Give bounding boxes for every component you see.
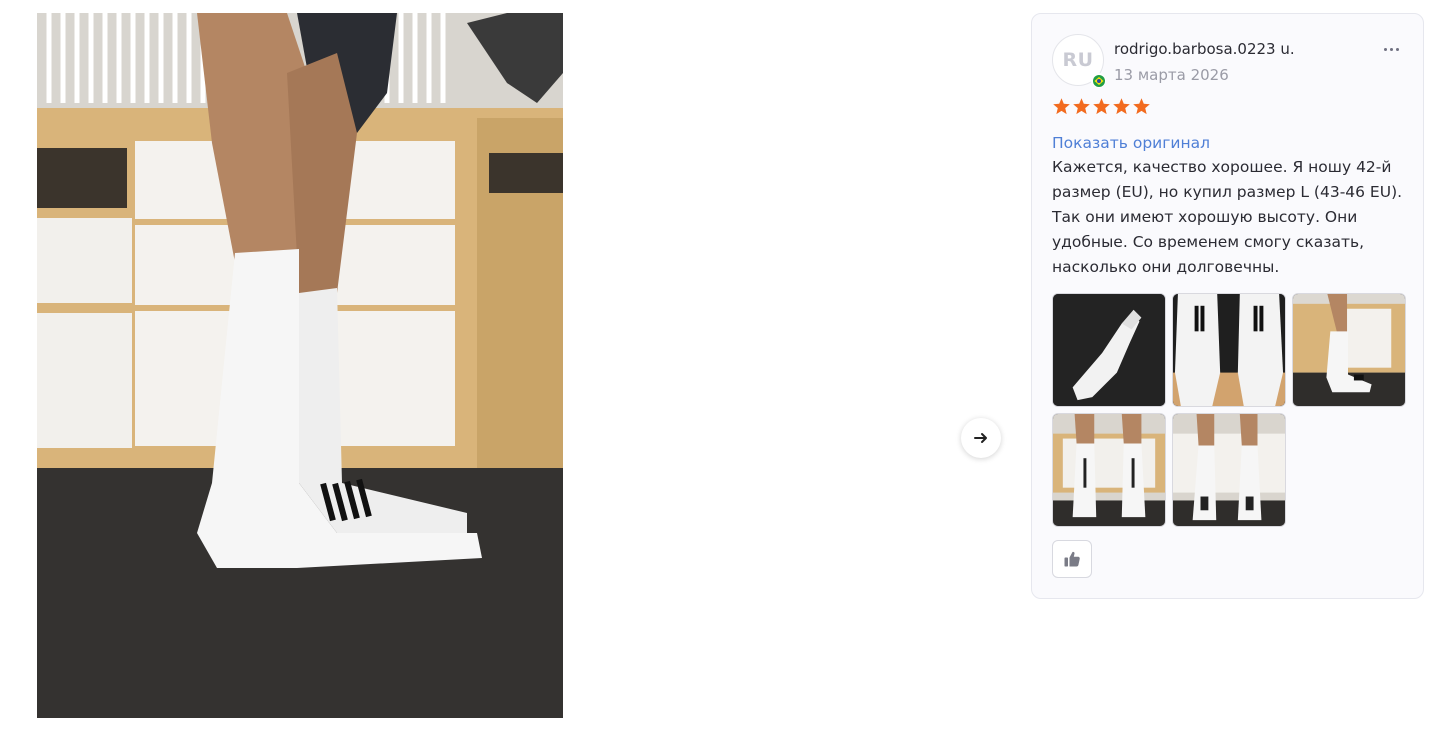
review-photo-thumb[interactable] xyxy=(1292,293,1406,407)
star-icon xyxy=(1133,98,1150,115)
star-icon xyxy=(1113,98,1130,115)
star-icon xyxy=(1053,98,1070,115)
next-photo-button[interactable] xyxy=(961,418,1001,458)
star-icon xyxy=(1073,98,1090,115)
like-button[interactable] xyxy=(1052,540,1092,578)
review-main-photo[interactable] xyxy=(37,13,563,718)
brazil-flag-icon xyxy=(1091,73,1106,88)
rating-stars xyxy=(1052,97,1151,116)
review-text: Кажется, качество хорошее. Я ношу 42-й р… xyxy=(1052,158,1403,276)
review-photo-thumb[interactable] xyxy=(1172,413,1286,527)
avatar-initials: RU xyxy=(1062,49,1094,71)
review-date: 13 марта 2026 xyxy=(1114,66,1229,84)
thumbs-up-icon xyxy=(1064,551,1080,567)
review-photo-grid xyxy=(1052,293,1408,527)
more-options-button[interactable] xyxy=(1377,40,1405,58)
review-photo-thumb[interactable] xyxy=(1052,293,1166,407)
review-photo-thumb[interactable] xyxy=(1172,293,1286,407)
arrow-right-icon xyxy=(974,433,987,443)
review-author[interactable]: rodrigo.barbosa.0223 u. xyxy=(1114,40,1295,58)
show-original-link[interactable]: Показать оригинал xyxy=(1052,134,1210,152)
more-dots-icon xyxy=(1383,47,1387,51)
review-card: RU rodrigo.barbosa.0223 u. 13 марта 2026… xyxy=(1031,13,1424,599)
review-photo-thumb[interactable] xyxy=(1052,413,1166,527)
star-icon xyxy=(1093,98,1110,115)
